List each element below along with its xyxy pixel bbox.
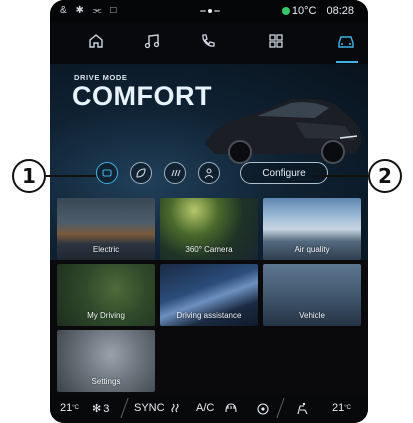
- callout-2-line: [312, 175, 368, 177]
- fan-icon: ✻: [92, 403, 102, 415]
- tile-label: Driving assistance: [176, 311, 242, 320]
- leaf-mode-icon[interactable]: [130, 162, 152, 184]
- music-icon[interactable]: [138, 28, 166, 54]
- phone-icon[interactable]: [194, 28, 222, 54]
- tile-air-quality[interactable]: Air quality: [263, 198, 361, 260]
- callout-1-line: [46, 175, 96, 177]
- tile-settings[interactable]: Settings: [57, 330, 155, 392]
- passenger-seat-icon[interactable]: [294, 402, 310, 416]
- drive-mode-title: COMFORT: [72, 81, 212, 111]
- clock: 08:28: [326, 5, 354, 17]
- callout-1: 1: [12, 159, 46, 193]
- tile-vehicle[interactable]: Vehicle: [263, 264, 361, 326]
- tile-label: 360° Camera: [185, 245, 233, 254]
- tile-360-camera[interactable]: 360° Camera: [160, 198, 258, 260]
- sport-mode-icon[interactable]: [164, 162, 186, 184]
- car-mode-icon[interactable]: [96, 162, 118, 184]
- active-tab-indicator: [336, 61, 358, 63]
- steering-heat-icon[interactable]: [256, 402, 270, 416]
- apps-icon[interactable]: [262, 28, 290, 54]
- tile-label: Vehicle: [299, 311, 325, 320]
- tile-driving-assistance[interactable]: Driving assistance: [160, 264, 258, 326]
- status-dot-icon: [281, 7, 290, 15]
- tile-label: Electric: [92, 245, 120, 254]
- tile-label: Settings: [91, 377, 121, 386]
- seat-heat-icon[interactable]: [170, 402, 184, 414]
- passenger-temperature[interactable]: 21 °C: [332, 402, 351, 414]
- callout-2: 2: [368, 159, 402, 193]
- fan-speed[interactable]: ✻ 3: [92, 402, 109, 416]
- tile-label: Air quality: [294, 245, 330, 254]
- top-nav: [50, 22, 368, 64]
- divider: [120, 398, 129, 418]
- tile-my-driving[interactable]: My Driving: [57, 264, 155, 326]
- car-icon[interactable]: [332, 28, 360, 54]
- page-indicator: [200, 9, 220, 13]
- status-bar: & ✱ ⫘ □ 10°C 08:28: [50, 0, 368, 22]
- profile-mode-icon[interactable]: [198, 162, 220, 184]
- drive-mode-selector: Configure: [50, 159, 368, 195]
- infotainment-screen: & ✱ ⫘ □ 10°C 08:28 DRIVE MODE COMFORT Co…: [50, 0, 368, 423]
- outside-temperature: 10°C: [281, 5, 316, 17]
- configure-button[interactable]: Configure: [240, 162, 328, 184]
- divider: [276, 398, 285, 418]
- sync-button[interactable]: SYNC: [134, 402, 165, 414]
- ac-button[interactable]: A/C: [196, 402, 214, 414]
- tile-grid: Electric 360° Camera Air quality My Driv…: [57, 198, 361, 392]
- status-right: 10°C 08:28: [281, 5, 354, 17]
- driver-temperature[interactable]: 21 °C: [60, 402, 79, 414]
- rear-defrost-icon[interactable]: [224, 402, 238, 414]
- status-icons: & ✱ ⫘ □: [60, 5, 120, 16]
- tile-label: My Driving: [87, 311, 125, 320]
- climate-bar: 21 °C ✻ 3 SYNC A/C 21 °C: [50, 394, 368, 423]
- home-icon[interactable]: [82, 28, 110, 54]
- tile-electric[interactable]: Electric: [57, 198, 155, 260]
